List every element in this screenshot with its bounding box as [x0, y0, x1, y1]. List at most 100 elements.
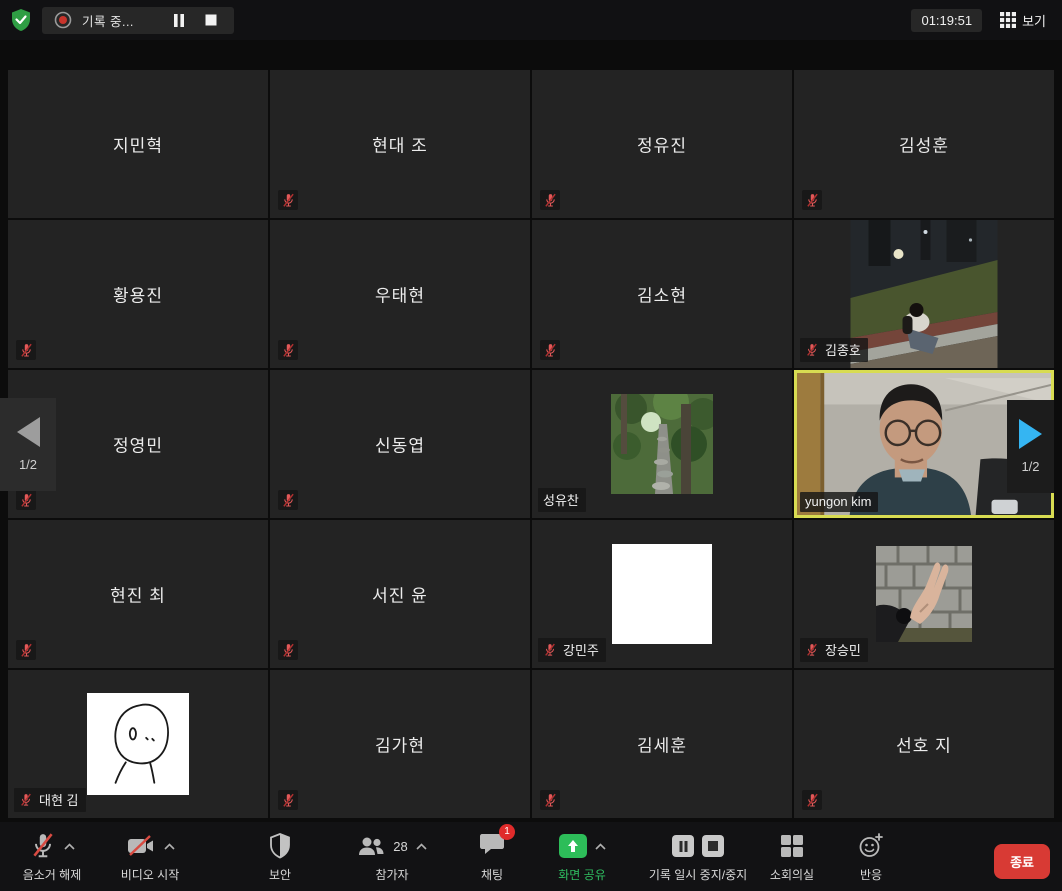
next-page-button[interactable]: 1/2 [1007, 400, 1054, 493]
participant-tile[interactable]: 정유진 [532, 70, 792, 218]
muted-mic-indicator [278, 790, 298, 810]
participant-name: 정영민 [113, 432, 163, 457]
participant-name: 우태현 [375, 282, 425, 307]
participant-tile[interactable]: 김소현 [532, 220, 792, 368]
participant-tile[interactable]: 김가현 [270, 670, 530, 818]
muted-mic-icon [543, 193, 558, 208]
unmute-button[interactable]: 음소거 해제 [4, 830, 100, 883]
chat-unread-badge: 1 [499, 824, 515, 840]
muted-mic-indicator [16, 490, 36, 510]
muted-mic-icon [805, 643, 819, 657]
muted-mic-icon [281, 493, 296, 508]
muted-mic-icon [543, 343, 558, 358]
muted-mic-indicator [278, 490, 298, 510]
muted-mic-icon [805, 343, 819, 357]
share-screen-icon [559, 834, 587, 858]
participant-tile[interactable]: 김세훈 [532, 670, 792, 818]
participant-name: 황용진 [113, 282, 163, 307]
shield-check-icon [10, 8, 32, 32]
recording-status-label: 기록 중... [82, 11, 134, 30]
participant-name: 장승민 [825, 640, 861, 659]
participant-tile[interactable]: 대현 김 [8, 670, 268, 818]
participant-name: 선호 지 [896, 732, 952, 757]
participant-tile[interactable]: 현진 최 [8, 520, 268, 668]
participant-name: 김성훈 [899, 132, 949, 157]
share-screen-button[interactable]: 화면 공유 [532, 830, 632, 883]
chevron-up-icon[interactable] [595, 843, 606, 850]
security-shield-icon [269, 833, 291, 859]
night-photo-video [851, 220, 998, 368]
muted-mic-icon [543, 793, 558, 808]
muted-mic-indicator [278, 640, 298, 660]
recording-controls: 기록 일시 중지/중지 [636, 830, 760, 883]
participant-name: 성유찬 [543, 490, 579, 509]
muted-mic-icon [281, 193, 296, 208]
participant-tile[interactable]: 김성훈 [794, 70, 1054, 218]
participant-name: yungon kim [805, 494, 871, 509]
participant-name: 김세훈 [637, 732, 687, 757]
participant-tile[interactable]: 우태현 [270, 220, 530, 368]
participant-tile[interactable]: 강민주 [532, 520, 792, 668]
participant-name: 대현 김 [39, 790, 79, 809]
pause-recording-button[interactable] [672, 835, 694, 857]
muted-mic-icon [19, 793, 33, 807]
stop-recording-button[interactable] [702, 835, 724, 857]
breakout-rooms-label: 소회의실 [770, 866, 814, 883]
page-indicator-right: 1/2 [1021, 459, 1039, 474]
view-button[interactable]: 보기 [994, 7, 1052, 34]
muted-mic-indicator [802, 790, 822, 810]
chevron-up-icon[interactable] [416, 843, 427, 850]
participant-count: 28 [393, 839, 407, 854]
muted-mic-icon [19, 493, 34, 508]
unmute-label: 음소거 해제 [23, 866, 82, 883]
participant-name: 정유진 [637, 132, 687, 157]
reactions-label: 반응 [860, 866, 882, 883]
participant-tile[interactable]: 김종호 [794, 220, 1054, 368]
meeting-timer: 01:19:51 [911, 9, 982, 32]
participant-tile[interactable]: 선호 지 [794, 670, 1054, 818]
participants-icon [357, 834, 385, 858]
end-meeting-button[interactable]: 종료 [994, 844, 1050, 879]
share-screen-label: 화면 공유 [558, 866, 606, 883]
security-button[interactable]: 보안 [248, 830, 312, 883]
participant-name: 강민주 [563, 640, 599, 659]
start-video-button[interactable]: 비디오 시작 [100, 830, 200, 883]
muted-mic-icon [19, 643, 34, 658]
muted-mic-indicator [540, 340, 560, 360]
start-video-label: 비디오 시작 [121, 866, 180, 883]
participant-tile[interactable]: 황용진 [8, 220, 268, 368]
chevron-up-icon[interactable] [164, 843, 175, 850]
breakout-rooms-icon [780, 834, 804, 858]
doodle-avatar [87, 693, 189, 795]
pause-recording-button[interactable] [168, 9, 190, 31]
muted-mic-indicator [278, 190, 298, 210]
muted-mic-indicator [540, 790, 560, 810]
top-bar-right: 01:19:51 보기 [911, 7, 1052, 34]
chat-button[interactable]: 1 채팅 [462, 830, 522, 883]
participant-name-chip: 대현 김 [14, 788, 86, 812]
previous-page-button[interactable]: 1/2 [0, 398, 56, 491]
breakout-rooms-button[interactable]: 소회의실 [760, 830, 824, 883]
participant-tile[interactable]: 성유찬 [532, 370, 792, 518]
chat-label: 채팅 [481, 866, 503, 883]
grid-view-icon [1000, 12, 1016, 28]
participant-tile[interactable]: 지민혁 [8, 70, 268, 218]
stop-recording-button[interactable] [200, 9, 222, 31]
participant-name-chip: 성유찬 [538, 488, 586, 512]
reactions-button[interactable]: 반응 [842, 830, 900, 883]
muted-mic-icon [805, 193, 820, 208]
participants-button[interactable]: 28 참가자 [340, 830, 444, 883]
participant-tile[interactable]: 현대 조 [270, 70, 530, 218]
muted-mic-icon [281, 793, 296, 808]
chevron-up-icon[interactable] [64, 843, 75, 850]
video-muted-icon [126, 834, 156, 858]
participant-tile[interactable]: 장승민 [794, 520, 1054, 668]
meeting-security-shield-icon[interactable] [8, 7, 34, 33]
participant-name: 김소현 [637, 282, 687, 307]
security-label: 보안 [269, 866, 291, 883]
participant-name: 김가현 [375, 732, 425, 757]
participant-name: 현대 조 [372, 132, 428, 157]
participant-name-chip: 강민주 [538, 638, 606, 662]
participant-tile[interactable]: 서진 윤 [270, 520, 530, 668]
participant-tile[interactable]: 신동엽 [270, 370, 530, 518]
